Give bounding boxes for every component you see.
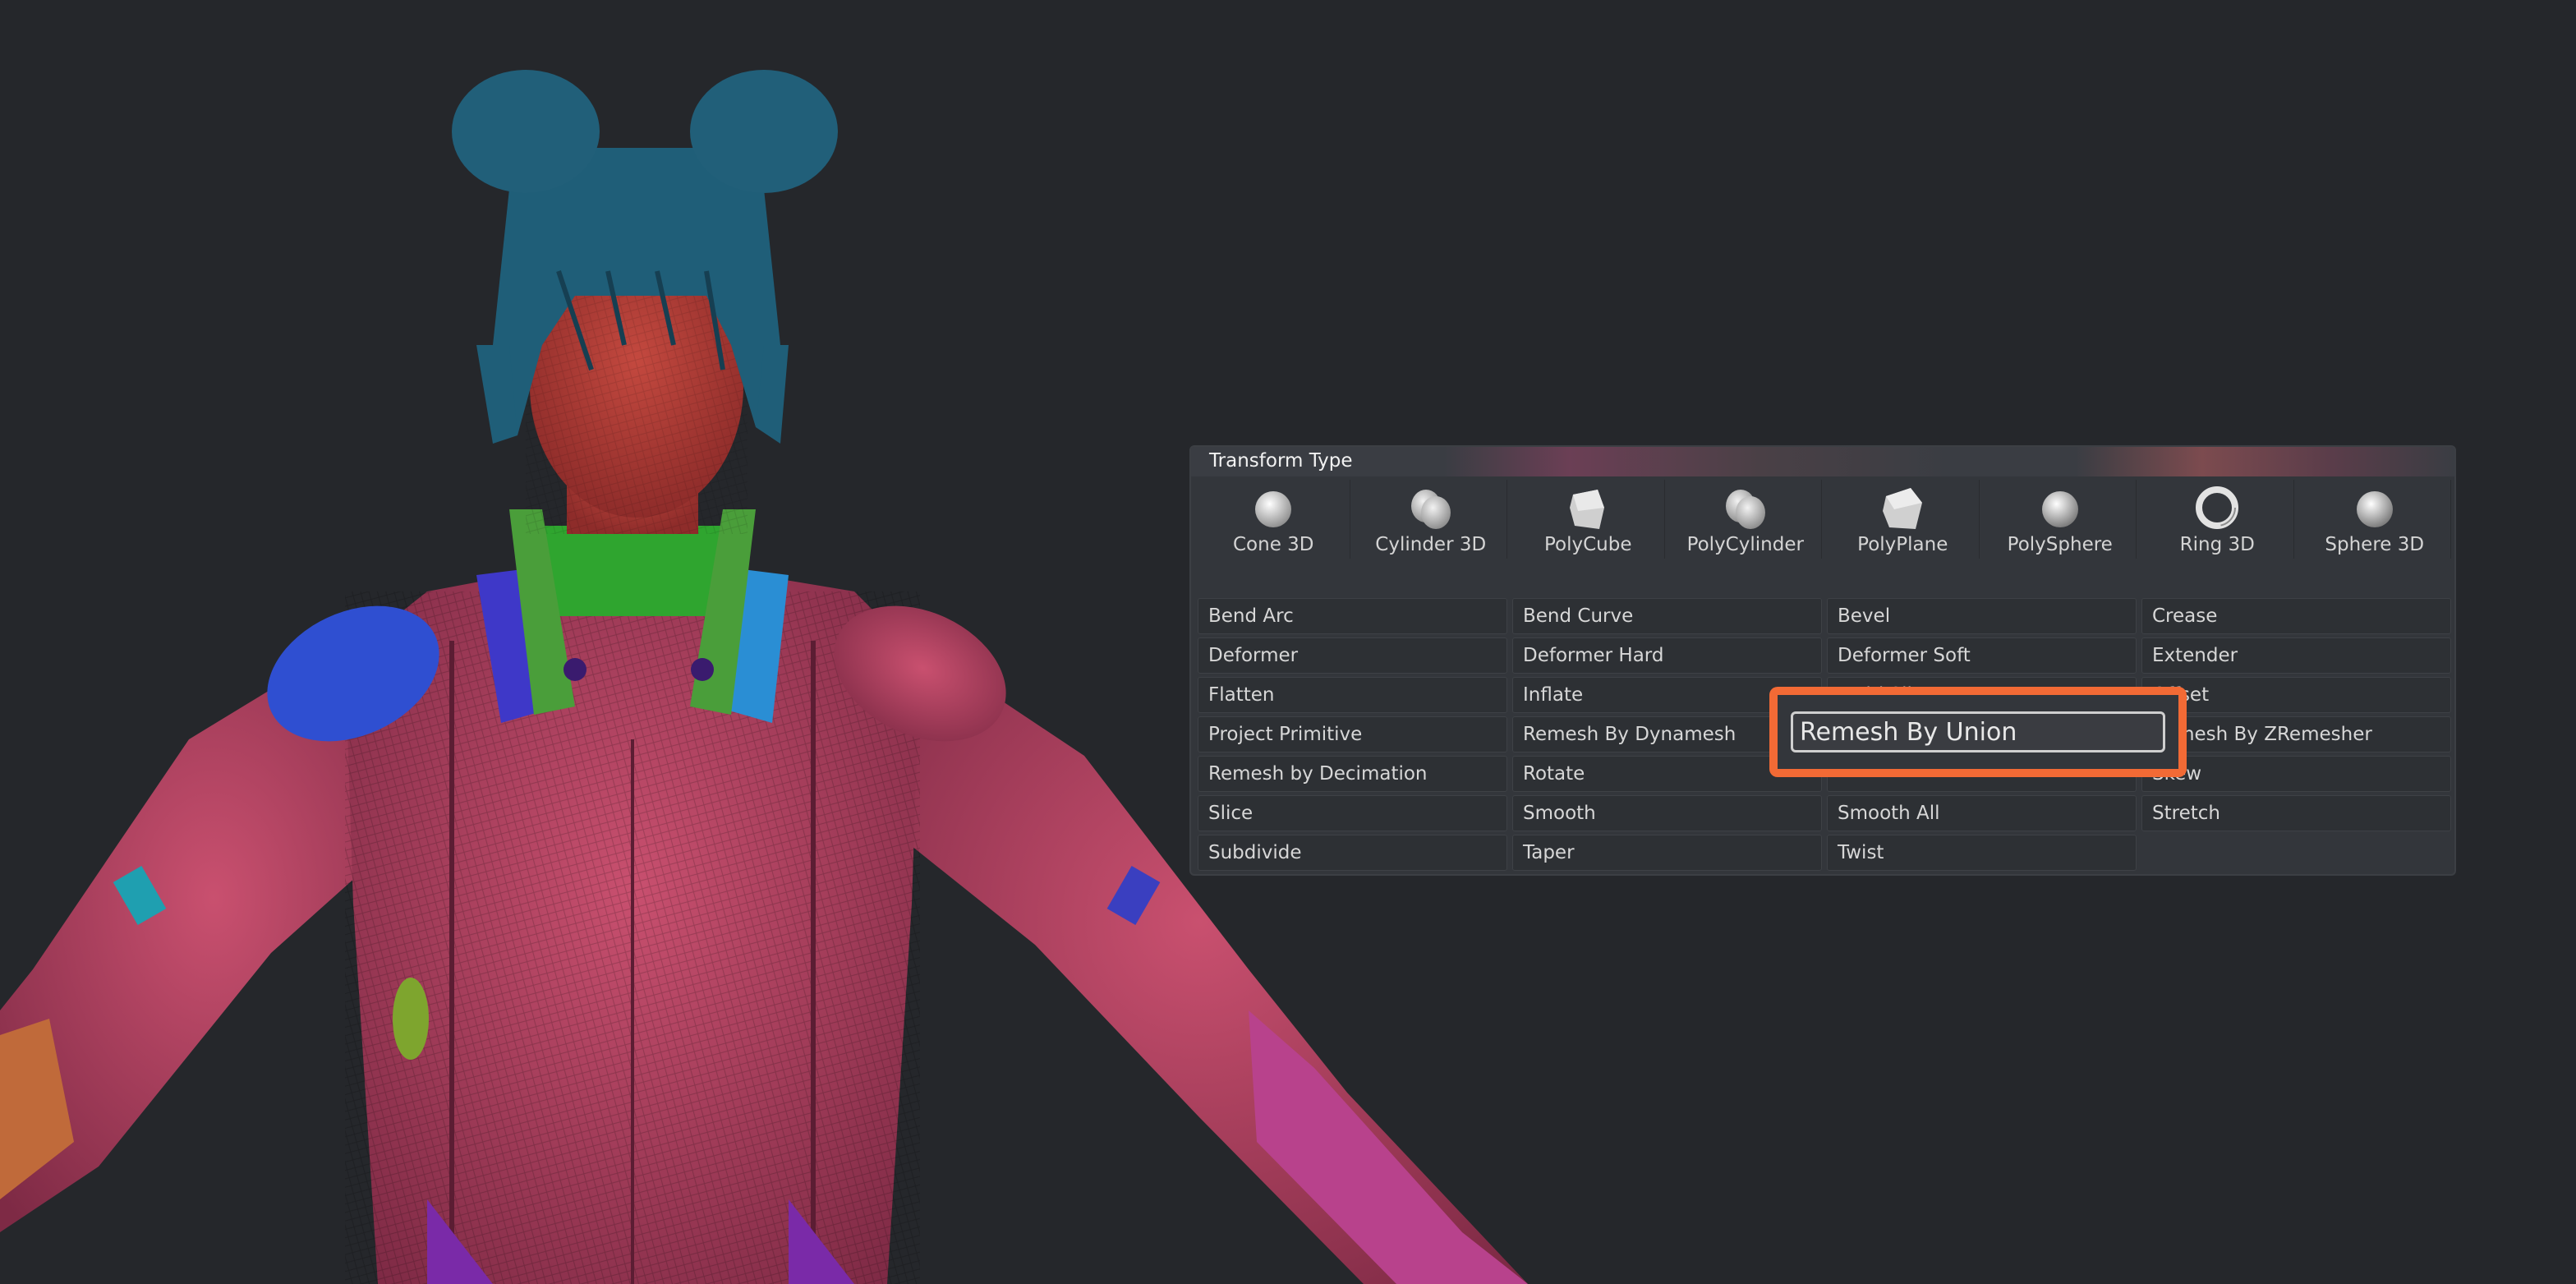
option-twist[interactable]: Twist [1827, 835, 2137, 871]
transform-type-panel: Transform Type Cone 3D Cylinder 3D PolyC… [1189, 445, 2456, 876]
primitive-polysphere[interactable]: PolySphere [1984, 480, 2137, 559]
primitive-polyplane[interactable]: PolyPlane [1827, 480, 1980, 559]
option-bend-arc[interactable]: Bend Arc [1198, 598, 1507, 634]
cylinder-3d-icon [1410, 490, 1451, 529]
primitive-polycylinder[interactable]: PolyCylinder [1669, 480, 1822, 559]
option-taper[interactable]: Taper [1512, 835, 1822, 871]
polycube-icon [1570, 490, 1605, 529]
sphere-3d-icon [2356, 491, 2393, 527]
primitive-sphere-3d[interactable]: Sphere 3D [2298, 480, 2451, 559]
primitive-label: PolySphere [2007, 534, 2113, 555]
remesh-by-union-button[interactable]: Remesh By Union [1791, 711, 2165, 752]
option-deformer[interactable]: Deformer [1198, 637, 1507, 674]
primitive-label: Cone 3D [1232, 534, 1314, 555]
panel-header: Transform Type [1191, 447, 2454, 476]
option-extender[interactable]: Extender [2141, 637, 2451, 674]
option-deformer-soft[interactable]: Deformer Soft [1827, 637, 2137, 674]
option-bend-curve[interactable]: Bend Curve [1512, 598, 1822, 634]
option-flatten[interactable]: Flatten [1198, 677, 1507, 713]
highlight-callout: Remesh By Union [1769, 687, 2187, 777]
option-offset[interactable]: Offset [2141, 677, 2451, 713]
option-stretch[interactable]: Stretch [2141, 795, 2451, 831]
empty-cell [2141, 835, 2451, 871]
primitive-cylinder-3d[interactable]: Cylinder 3D [1355, 480, 1507, 559]
polycylinder-icon [1725, 490, 1765, 529]
option-project-primitive[interactable]: Project Primitive [1198, 716, 1507, 752]
option-bevel[interactable]: Bevel [1827, 598, 2137, 634]
polysphere-icon [2041, 491, 2078, 527]
primitive-label: Ring 3D [2179, 534, 2255, 555]
polyplane-icon [1883, 488, 1923, 529]
primitive-label: PolyCylinder [1686, 534, 1804, 555]
cone-3d-icon [1255, 491, 1292, 527]
primitive-polycube[interactable]: PolyCube [1512, 480, 1665, 559]
option-deformer-hard[interactable]: Deformer Hard [1512, 637, 1822, 674]
option-smooth-all[interactable]: Smooth All [1827, 795, 2137, 831]
primitive-label: PolyCube [1543, 534, 1632, 555]
primitive-label: Sphere 3D [2325, 534, 2425, 555]
primitive-row: Cone 3D Cylinder 3D PolyCube PolyCylinde… [1198, 480, 2451, 559]
option-remesh-by-decimation[interactable]: Remesh by Decimation [1198, 756, 1507, 792]
option-crease[interactable]: Crease [2141, 598, 2451, 634]
option-smooth[interactable]: Smooth [1512, 795, 1822, 831]
primitive-label: Cylinder 3D [1375, 534, 1487, 555]
primitive-ring-3d[interactable]: Ring 3D [2141, 480, 2294, 559]
ring-3d-icon [2196, 486, 2239, 529]
primitive-label: PolyPlane [1857, 534, 1948, 555]
option-subdivide[interactable]: Subdivide [1198, 835, 1507, 871]
option-remesh-by-zremesher[interactable]: Remesh By ZRemesher [2141, 716, 2451, 752]
option-slice[interactable]: Slice [1198, 795, 1507, 831]
option-skew[interactable]: Skew [2141, 756, 2451, 792]
primitive-cone-3d[interactable]: Cone 3D [1198, 480, 1350, 559]
panel-title: Transform Type [1209, 450, 1353, 472]
